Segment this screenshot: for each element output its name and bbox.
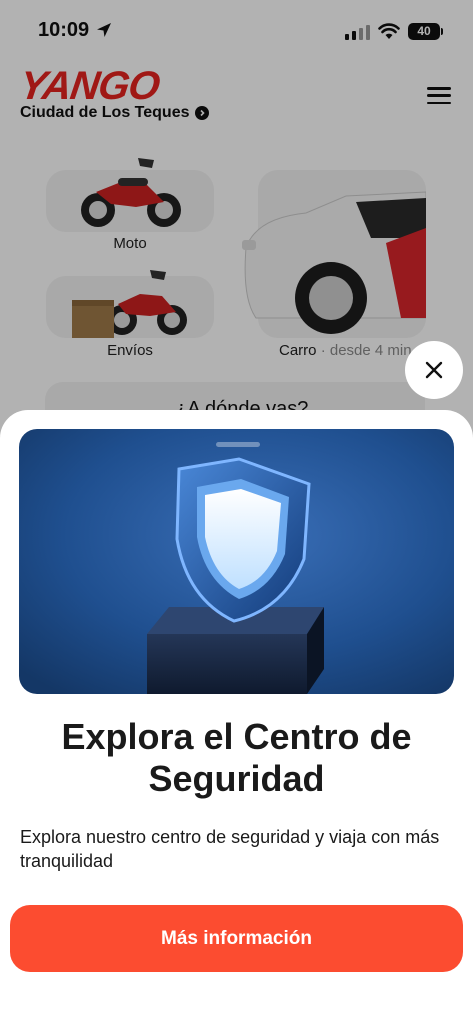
close-button[interactable] bbox=[405, 341, 463, 399]
sheet-description: Explora nuestro centro de seguridad y vi… bbox=[20, 827, 440, 871]
more-info-button[interactable]: Más información bbox=[10, 905, 463, 972]
security-shield-illustration bbox=[19, 429, 454, 694]
sheet-title: Explora el Centro de Seguridad bbox=[61, 716, 412, 799]
sheet-grabber[interactable] bbox=[216, 442, 260, 447]
close-icon bbox=[425, 361, 443, 379]
